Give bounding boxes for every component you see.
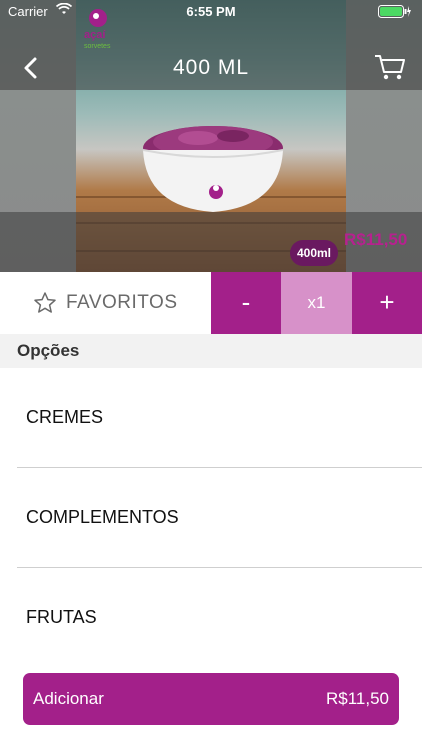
acai-logo: açaí sorvetes: [84, 9, 111, 50]
option-label: CREMES: [26, 407, 104, 427]
option-complementos[interactable]: COMPLEMENTOS: [0, 468, 422, 568]
favorite-button[interactable]: FAVORITOS: [0, 272, 211, 334]
product-price: R$11,50: [344, 230, 408, 249]
add-button-label: Adicionar: [33, 689, 104, 708]
star-icon: [34, 292, 56, 313]
size-badge: 400ml: [290, 240, 338, 266]
cart-icon[interactable]: [374, 52, 406, 82]
favorite-label: FAVORITOS: [66, 292, 178, 313]
increase-quantity-button[interactable]: +: [352, 272, 422, 334]
action-row: FAVORITOS - x1 +: [0, 272, 422, 334]
options-header: Opções: [0, 334, 422, 368]
option-label: COMPLEMENTOS: [26, 507, 179, 527]
page-title: 400 ML: [172, 56, 250, 79]
svg-text:açaí: açaí: [84, 29, 106, 41]
status-bar: Carrier 6:55 PM: [0, 0, 422, 22]
options-title: Opções: [17, 341, 80, 360]
option-cremes[interactable]: CREMES: [0, 368, 422, 468]
add-button-price: R$11,50: [325, 689, 389, 708]
add-to-cart-button[interactable]: Adicionar R$11,50: [23, 673, 399, 725]
option-label: FRUTAS: [26, 607, 97, 627]
svg-text:sorvetes: sorvetes: [84, 43, 111, 50]
quantity-value: x1: [281, 272, 352, 334]
decrease-quantity-button[interactable]: -: [211, 272, 281, 334]
option-frutas[interactable]: FRUTAS: [0, 568, 422, 668]
product-hero: Carrier 6:55 PM açaí sorvetes 400 ML 400…: [0, 0, 422, 272]
acai-bowl-image: [142, 126, 284, 212]
battery-icon: [378, 5, 411, 18]
clock: 6:55 PM: [186, 4, 236, 19]
